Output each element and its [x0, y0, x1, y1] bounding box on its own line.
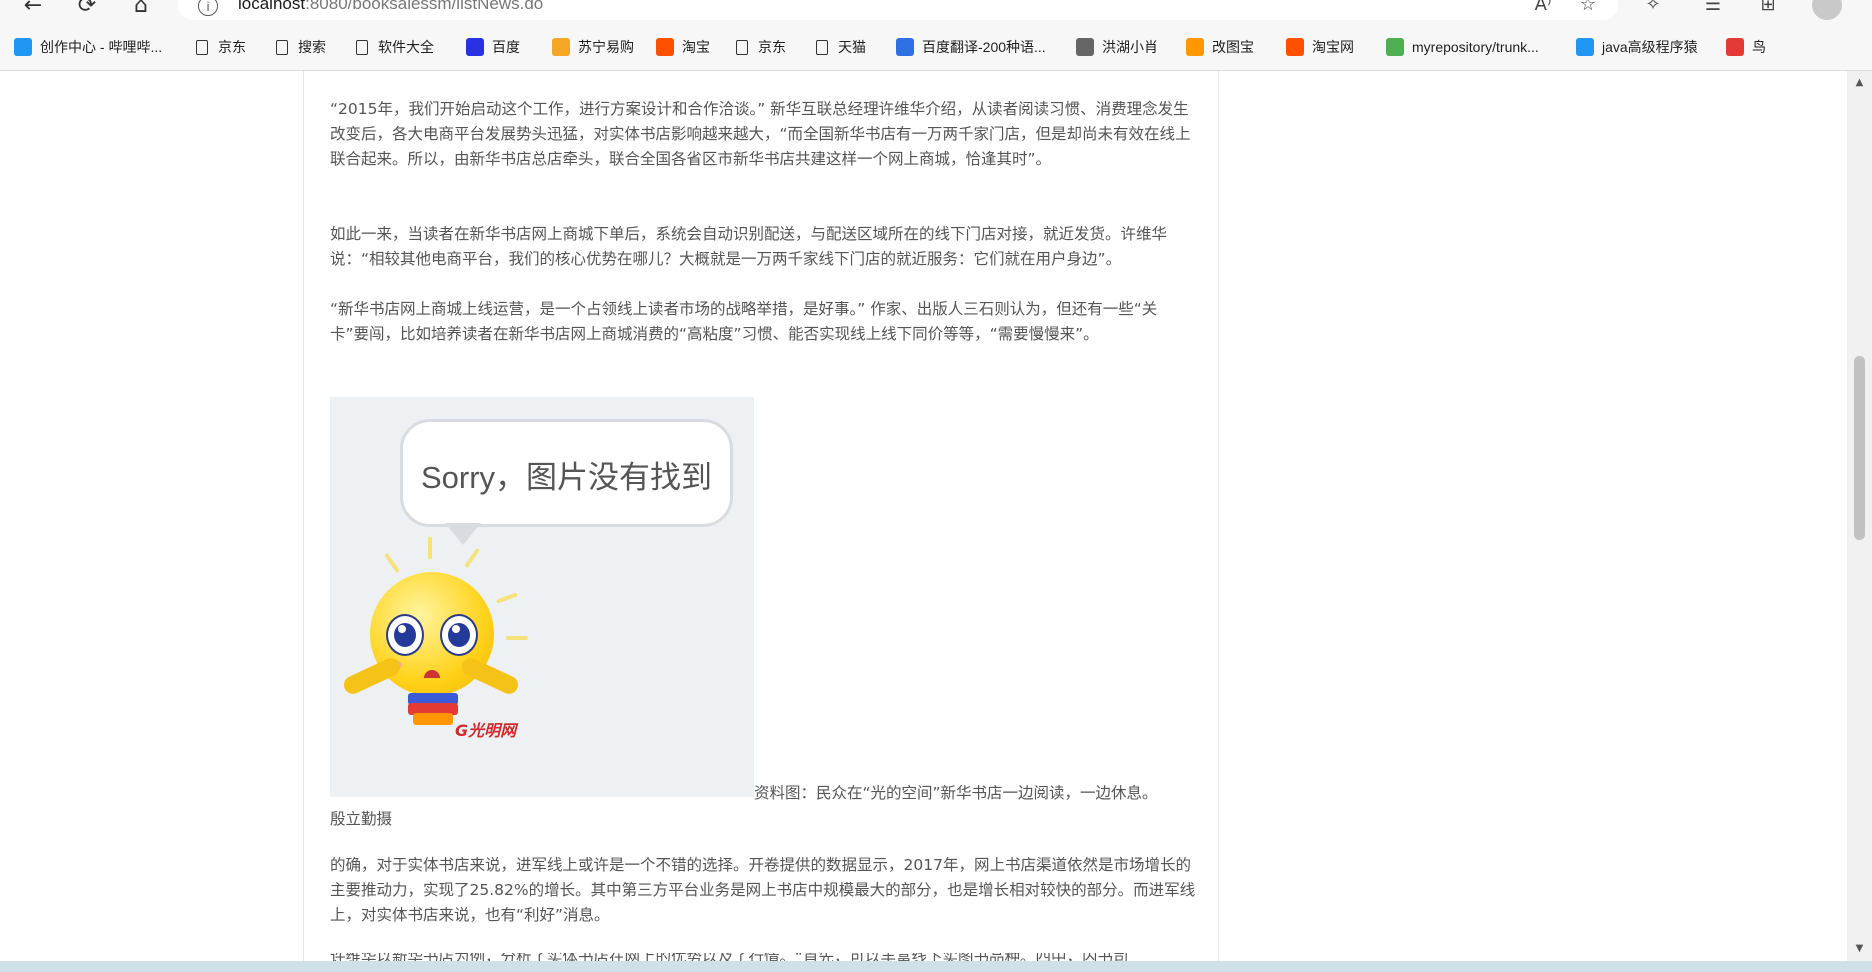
taskbar-strip — [0, 961, 1872, 972]
suning-icon — [552, 38, 570, 56]
bookmark-label: java高级程序猿 — [1602, 39, 1698, 55]
fanyi-icon — [896, 38, 914, 56]
web-page: “2015年，我们开始启动这个工作，进行方案设计和合作洽谈。” 新华互联总经理许… — [0, 71, 1847, 961]
reload-icon[interactable]: ⟳ — [72, 0, 102, 18]
bookmark-label: 改图宝 — [1212, 39, 1254, 55]
bookmark-item[interactable]: 京东 — [736, 35, 786, 59]
bookmark-item[interactable]: 淘宝网 — [1286, 35, 1354, 59]
scroll-up-icon[interactable]: ▲ — [1847, 75, 1872, 91]
read-aloud-icon[interactable]: A⁾ — [1530, 0, 1556, 15]
taobao-icon — [1286, 38, 1304, 56]
bookmark-label: 鸟 — [1752, 39, 1766, 55]
article-content: “2015年，我们开始启动这个工作，进行方案设计和合作洽谈。” 新华互联总经理许… — [303, 71, 1219, 961]
bookmark-item[interactable]: 淘宝 — [656, 35, 710, 59]
bookmark-item[interactable]: 鸟 — [1726, 35, 1766, 59]
scroll-down-icon[interactable]: ▼ — [1847, 941, 1872, 957]
extensions-icon[interactable]: ✧ — [1640, 0, 1666, 15]
bookmark-label: 搜索 — [298, 39, 326, 55]
hh-icon — [1076, 38, 1094, 56]
back-icon[interactable]: ← — [18, 0, 48, 18]
chrome-icon — [1386, 38, 1404, 56]
baidu-icon — [466, 38, 484, 56]
doc-icon — [276, 39, 288, 55]
image-not-found-placeholder: Sorry，图片没有找到 G光明网 — [330, 397, 754, 797]
bookmark-item[interactable]: 百度翻译-200种语... — [896, 35, 1046, 59]
bookmark-item[interactable]: 创作中心 - 哔哩哔... — [14, 35, 162, 59]
bookmark-label: 天猫 — [838, 39, 866, 55]
bookmark-label: 京东 — [218, 39, 246, 55]
bilibili-icon — [14, 38, 32, 56]
bookmark-item[interactable]: 京东 — [196, 35, 246, 59]
doc-icon — [736, 39, 748, 55]
guangming-logo: G光明网 — [455, 721, 517, 740]
bookmark-item[interactable]: 百度 — [466, 35, 520, 59]
url-text[interactable]: localhost:8080/booksalessm/listNews.do — [238, 0, 543, 14]
paragraph-1: “2015年，我们开始启动这个工作，进行方案设计和合作洽谈。” 新华互联总经理许… — [330, 100, 1191, 168]
image-caption: 资料图：民众在“光的空间”新华书店一边阅读，一边休息。 — [754, 784, 1158, 802]
bookmark-item[interactable]: java高级程序猿 — [1576, 35, 1698, 59]
bookmark-label: 创作中心 - 哔哩哔... — [40, 39, 163, 55]
bookmark-label: 软件大全 — [378, 39, 434, 55]
vertical-scrollbar[interactable]: ▲ ▼ — [1847, 71, 1872, 961]
gaitubao-icon — [1186, 38, 1204, 56]
bookmark-label: 淘宝网 — [1312, 39, 1354, 55]
collections-icon[interactable]: ⊞ — [1755, 0, 1781, 15]
favorites-icon[interactable]: ☰ — [1700, 0, 1726, 15]
bird-icon — [1726, 38, 1744, 56]
bookmark-item[interactable]: 改图宝 — [1186, 35, 1254, 59]
bookmark-label: 京东 — [758, 39, 786, 55]
paragraph-5: 许维华以新华书店为例，分析了实体书店在网上的优势以及了行情。“首先，可以丰富线下… — [330, 953, 1196, 961]
bookmark-item[interactable]: 苏宁易购 — [552, 35, 634, 59]
paragraph-2: 如此一来，当读者在新华书店网上商城下单后，系统会自动识别配送，与配送区域所在的线… — [330, 225, 1168, 268]
bookmark-item[interactable]: 搜索 — [276, 35, 326, 59]
doc-icon — [356, 39, 368, 55]
favorite-add-icon[interactable]: ☆ — [1575, 0, 1601, 15]
scrollbar-thumb[interactable] — [1854, 356, 1865, 540]
doc-icon — [816, 39, 828, 55]
browser-toolbar: ← ⟳ ⌂ i localhost:8080/booksalessm/listN… — [0, 0, 1872, 24]
image-error-text: Sorry，图片没有找到 — [420, 460, 713, 495]
caption-author: 殷立勤摄 — [330, 810, 393, 828]
bookmark-label: 苏宁易购 — [578, 39, 634, 55]
taobao-icon — [656, 38, 674, 56]
bookmark-item[interactable]: 天猫 — [816, 35, 866, 59]
bookmark-label: 淘宝 — [682, 39, 710, 55]
profile-avatar[interactable] — [1812, 0, 1842, 20]
bookmark-label: 百度 — [492, 39, 520, 55]
bookmark-label: 百度翻译-200种语... — [922, 39, 1046, 55]
bilibili-icon — [1576, 38, 1594, 56]
home-icon[interactable]: ⌂ — [126, 0, 156, 18]
bookmark-item[interactable]: 洪湖小肖 — [1076, 35, 1158, 59]
bookmark-label: 洪湖小肖 — [1102, 39, 1158, 55]
bookmark-item[interactable]: 软件大全 — [356, 35, 434, 59]
paragraph-3: “新华书店网上商城上线运营，是一个占领线上读者市场的战略举措，是好事。” 作家、… — [330, 300, 1158, 343]
paragraph-4: 的确，对于实体书店来说，进军线上或许是一个不错的选择。开卷提供的数据显示，201… — [330, 856, 1196, 924]
bookmarks-bar: 创作中心 - 哔哩哔... 京东 搜索 软件大全 百度 苏宁易购 淘宝 京东 天猫 百度翻译-20… — [0, 24, 1872, 71]
doc-icon — [196, 39, 208, 55]
bookmark-item[interactable]: myrepository/trunk... — [1386, 35, 1539, 59]
speech-bubble: Sorry，图片没有找到 — [400, 419, 733, 527]
bookmark-label: myrepository/trunk... — [1412, 39, 1539, 55]
